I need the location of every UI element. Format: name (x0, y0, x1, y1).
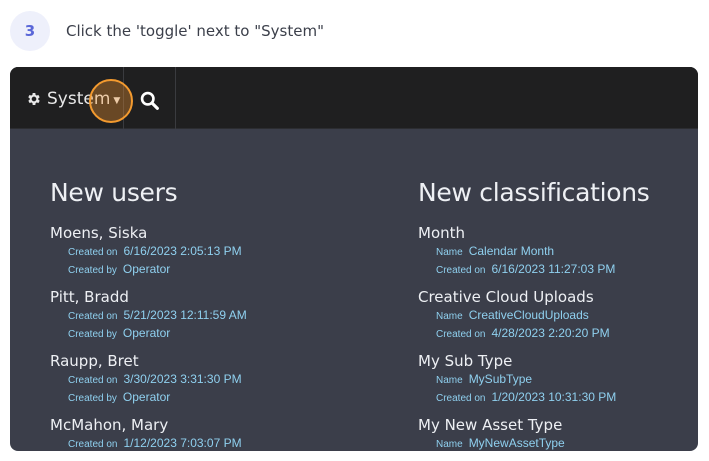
name-label: Name (436, 375, 463, 386)
new-classifications-title: New classifications (418, 178, 650, 207)
step-instruction: Click the 'toggle' next to "System" (66, 22, 324, 40)
created-by-value[interactable]: Operator (123, 262, 170, 276)
created-on-value: 1/20/2023 10:31:30 PM (491, 390, 617, 404)
created-on-label: Created on (68, 311, 118, 322)
new-users-section: New users Moens, Siska Created on 6/16/20… (50, 129, 380, 451)
user-name-link[interactable]: Moens, Siska (50, 223, 380, 243)
app-screenshot: System ▼ New users Moens, Siska Created … (10, 67, 698, 451)
user-name-link[interactable]: Pitt, Bradd (50, 287, 380, 307)
navbar-divider (175, 67, 176, 129)
name-label: Name (436, 311, 463, 322)
top-navbar: System ▼ (10, 67, 698, 129)
user-list-item: Pitt, Bradd Created on 5/21/2023 12:11:59… (50, 287, 380, 343)
classification-name-link[interactable]: My Sub Type (418, 351, 688, 371)
user-name-link[interactable]: Raupp, Bret (50, 351, 380, 371)
name-value: MySubType (468, 372, 533, 386)
classification-name-link[interactable]: Creative Cloud Uploads (418, 287, 688, 307)
created-by-label: Created by (68, 329, 117, 340)
new-users-title: New users (50, 178, 178, 207)
created-by-label: Created by (68, 265, 117, 276)
name-label: Name (436, 247, 463, 258)
gear-icon (26, 91, 43, 108)
created-on-label: Created on (436, 329, 486, 340)
classification-name-link[interactable]: Month (418, 223, 688, 243)
created-on-value: 1/12/2023 7:03:07 PM (123, 436, 242, 450)
classification-list-item: My New Asset Type Name MyNewAssetType (418, 415, 688, 451)
created-on-label: Created on (68, 247, 118, 258)
click-target-highlight (89, 79, 133, 123)
new-classifications-section: New classifications Month Name Calendar M… (418, 129, 688, 451)
user-name-link[interactable]: McMahon, Mary (50, 415, 380, 435)
created-on-label: Created on (68, 375, 118, 386)
user-list-item: McMahon, Mary Created on 1/12/2023 7:03:0… (50, 415, 380, 451)
user-list-item: Raupp, Bret Created on 3/30/2023 3:31:30 … (50, 351, 380, 407)
classification-list-item: Creative Cloud Uploads Name CreativeCloud… (418, 287, 688, 343)
created-on-value: 6/16/2023 2:05:13 PM (123, 244, 242, 258)
created-on-value: 4/28/2023 2:20:20 PM (491, 326, 610, 340)
classification-list-item: Month Name Calendar Month Created on 6/16/… (418, 223, 688, 279)
created-by-label: Created by (68, 393, 117, 404)
step-header: 3 Click the 'toggle' next to "System" (10, 11, 324, 51)
classification-list-item: My Sub Type Name MySubType Created on 1/20… (418, 351, 688, 407)
name-label: Name (436, 439, 463, 450)
name-value: MyNewAssetType (468, 436, 565, 450)
created-by-value[interactable]: Operator (123, 390, 170, 404)
created-on-label: Created on (436, 393, 486, 404)
user-list-item: Moens, Siska Created on 6/16/2023 2:05:13… (50, 223, 380, 279)
created-on-value: 5/21/2023 12:11:59 AM (123, 308, 247, 322)
classification-name-link[interactable]: My New Asset Type (418, 415, 688, 435)
name-value: Calendar Month (468, 244, 555, 258)
step-number-badge: 3 (10, 11, 50, 51)
created-on-label: Created on (436, 265, 486, 276)
dashboard-content: New users Moens, Siska Created on 6/16/20… (10, 129, 698, 451)
created-on-value: 6/16/2023 11:27:03 PM (491, 262, 616, 276)
created-on-value: 3/30/2023 3:31:30 PM (123, 372, 242, 386)
created-on-label: Created on (68, 439, 118, 450)
created-by-value[interactable]: Operator (123, 326, 170, 340)
name-value: CreativeCloudUploads (468, 308, 589, 322)
search-icon[interactable] (137, 88, 161, 112)
